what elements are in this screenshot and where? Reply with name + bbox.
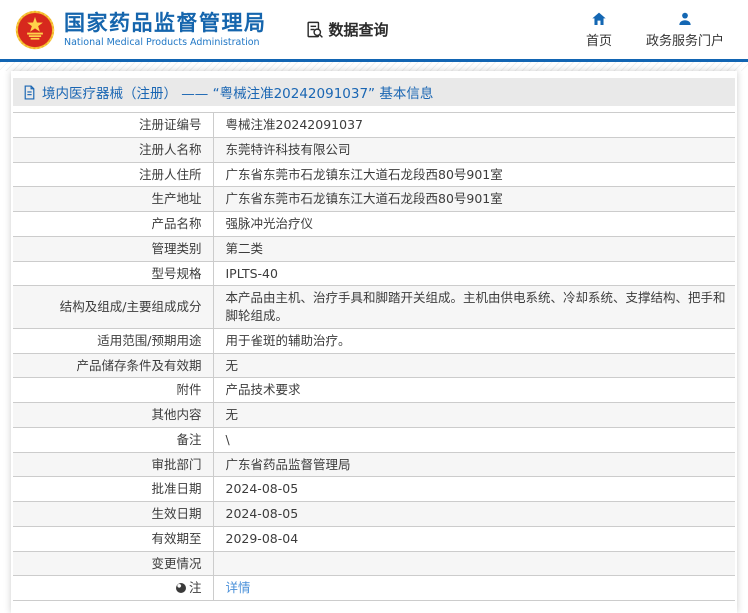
row-label: 注册证编号 [13, 112, 214, 138]
row-value: 广东省药品监督管理局 [225, 456, 351, 472]
user-icon [679, 12, 691, 25]
table-row: 注详情 [13, 575, 735, 601]
document-search-icon [306, 21, 323, 38]
row-value: 2024-08-05 [225, 506, 299, 521]
row-value: 广东省东莞市石龙镇东江大道石龙段西80号901室 [225, 191, 503, 207]
row-label: 附件 [13, 377, 214, 403]
data-query-nav[interactable]: 数据查询 [305, 19, 389, 40]
page-title-bar: 境内医疗器械（注册） —— “粤械注准20242091037” 基本信息 [13, 78, 735, 106]
org-name-en: National Medical Products Administration [64, 37, 260, 49]
row-label: 其他内容 [13, 402, 214, 428]
row-value: 广东省东莞市石龙镇东江大道石龙段西80号901室 [225, 166, 503, 182]
table-row: 适用范围/预期用途 用于雀斑的辅助治疗。 [13, 328, 735, 353]
row-label: 注册人名称 [13, 137, 214, 162]
row-label: 注册人住所 [13, 162, 214, 187]
info-table: 注册证编号 粤械注准20242091037 注册人名称 东莞特许科技有限公司 注册人住所… [13, 112, 735, 601]
table-row: 其他内容无 [13, 402, 735, 428]
nav-home[interactable]: 首页 [586, 11, 612, 49]
logo-text: 国家药品监督管理局 National Medical Products Admi… [64, 11, 267, 48]
row-value: 无 [225, 407, 239, 422]
row-label: 注 [13, 575, 214, 601]
content-container: 境内医疗器械（注册） —— “粤械注准20242091037” 基本信息 注册证… [11, 71, 737, 613]
table-row: 产品名称 强脉冲光治疗仪 [13, 211, 735, 237]
table-row: 备注 \ [13, 427, 735, 452]
table-row: 有效期至 2029-08-04 [13, 526, 735, 551]
row-label: 生效日期 [13, 501, 214, 527]
header-nav: 首页 政务服务门户 [586, 11, 734, 49]
info-table-body: 注册证编号 粤械注准20242091037 注册人名称 东莞特许科技有限公司 注册人住所… [13, 112, 735, 601]
row-value: 2024-08-05 [225, 481, 299, 497]
row-label: 变更情况 [13, 551, 214, 576]
row-label: 管理类别 [13, 236, 214, 261]
row-value: 粤械注准20242091037 [225, 117, 363, 132]
row-value: 详情 [213, 576, 735, 601]
row-value: 2029-08-04 [225, 530, 299, 546]
national-emblem-logo [15, 10, 55, 49]
page-title: 境内医疗器械（注册） —— “粤械注准20242091037” 基本信息 [42, 86, 434, 102]
table-row: 附件 产品技术要求 [13, 377, 735, 403]
table-row: 产品储存条件及有效期无 [13, 353, 735, 378]
table-row: 结构及组成/主要组成成分 本产品由主机、治疗手具和脚踏开关组成。主机由供电系统、冷… [13, 285, 735, 329]
table-row: 注册人名称 东莞特许科技有限公司 [13, 137, 735, 162]
row-value: IPLTS-40 [225, 265, 278, 281]
table-row: 批准日期 2024-08-05 [13, 476, 735, 502]
row-value: 无 [225, 357, 239, 373]
row-value: 强脉冲光治疗仪 [225, 216, 314, 231]
row-label: 适用范围/预期用途 [13, 328, 214, 353]
table-row: 注册证编号 粤械注准20242091037 [13, 112, 735, 138]
table-row: 注册人住所 广东省东莞市石龙镇东江大道石龙段西80号901室 [13, 162, 735, 187]
note-dot-icon [175, 583, 186, 594]
logo-group: 国家药品监督管理局 National Medical Products Admi… [14, 9, 267, 51]
row-label: 审批部门 [13, 452, 214, 477]
detail-link[interactable]: 详情 [226, 580, 251, 595]
row-label: 结构及组成/主要组成成分 [13, 285, 214, 329]
row-label: 有效期至 [13, 526, 214, 551]
row-label: 产品储存条件及有效期 [13, 353, 214, 378]
nav-gov-portal[interactable]: 政务服务门户 [646, 11, 724, 49]
row-value: 产品技术要求 [225, 382, 301, 398]
home-icon [592, 12, 606, 25]
nav-home-label: 首页 [585, 33, 612, 49]
nav-gov-portal-label: 政务服务门户 [645, 33, 724, 49]
texture-strip [0, 62, 748, 71]
table-row: 管理类别 第二类 [13, 236, 735, 261]
row-value: 本产品由主机、治疗手具和脚踏开关组成。主机由供电系统、冷却系统、支撑结构、把手和… [225, 290, 726, 323]
row-value [213, 551, 735, 576]
row-value: 第二类 [225, 240, 264, 256]
row-value: 东莞特许科技有限公司 [225, 141, 351, 157]
site-header: 国家药品监督管理局 National Medical Products Admi… [0, 0, 748, 62]
table-row: 生产地址 广东省东莞市石龙镇东江大道石龙段西80号901室 [13, 186, 735, 212]
table-row: 变更情况 [13, 551, 735, 576]
org-name-cn: 国家药品监督管理局 [64, 10, 267, 35]
row-label: 批准日期 [13, 476, 214, 502]
table-row: 型号规格 IPLTS-40 [13, 261, 735, 286]
table-row: 审批部门 广东省药品监督管理局 [13, 452, 735, 477]
row-label: 型号规格 [13, 261, 214, 286]
row-value: 用于雀斑的辅助治疗。 [225, 332, 351, 348]
data-query-label: 数据查询 [328, 21, 389, 39]
table-row: 生效日期 2024-08-05 [13, 501, 735, 527]
document-icon [24, 84, 35, 100]
row-label: 产品名称 [13, 211, 214, 237]
row-label: 备注 [13, 427, 214, 452]
row-label: 生产地址 [13, 186, 214, 212]
row-value: \ [225, 431, 230, 447]
